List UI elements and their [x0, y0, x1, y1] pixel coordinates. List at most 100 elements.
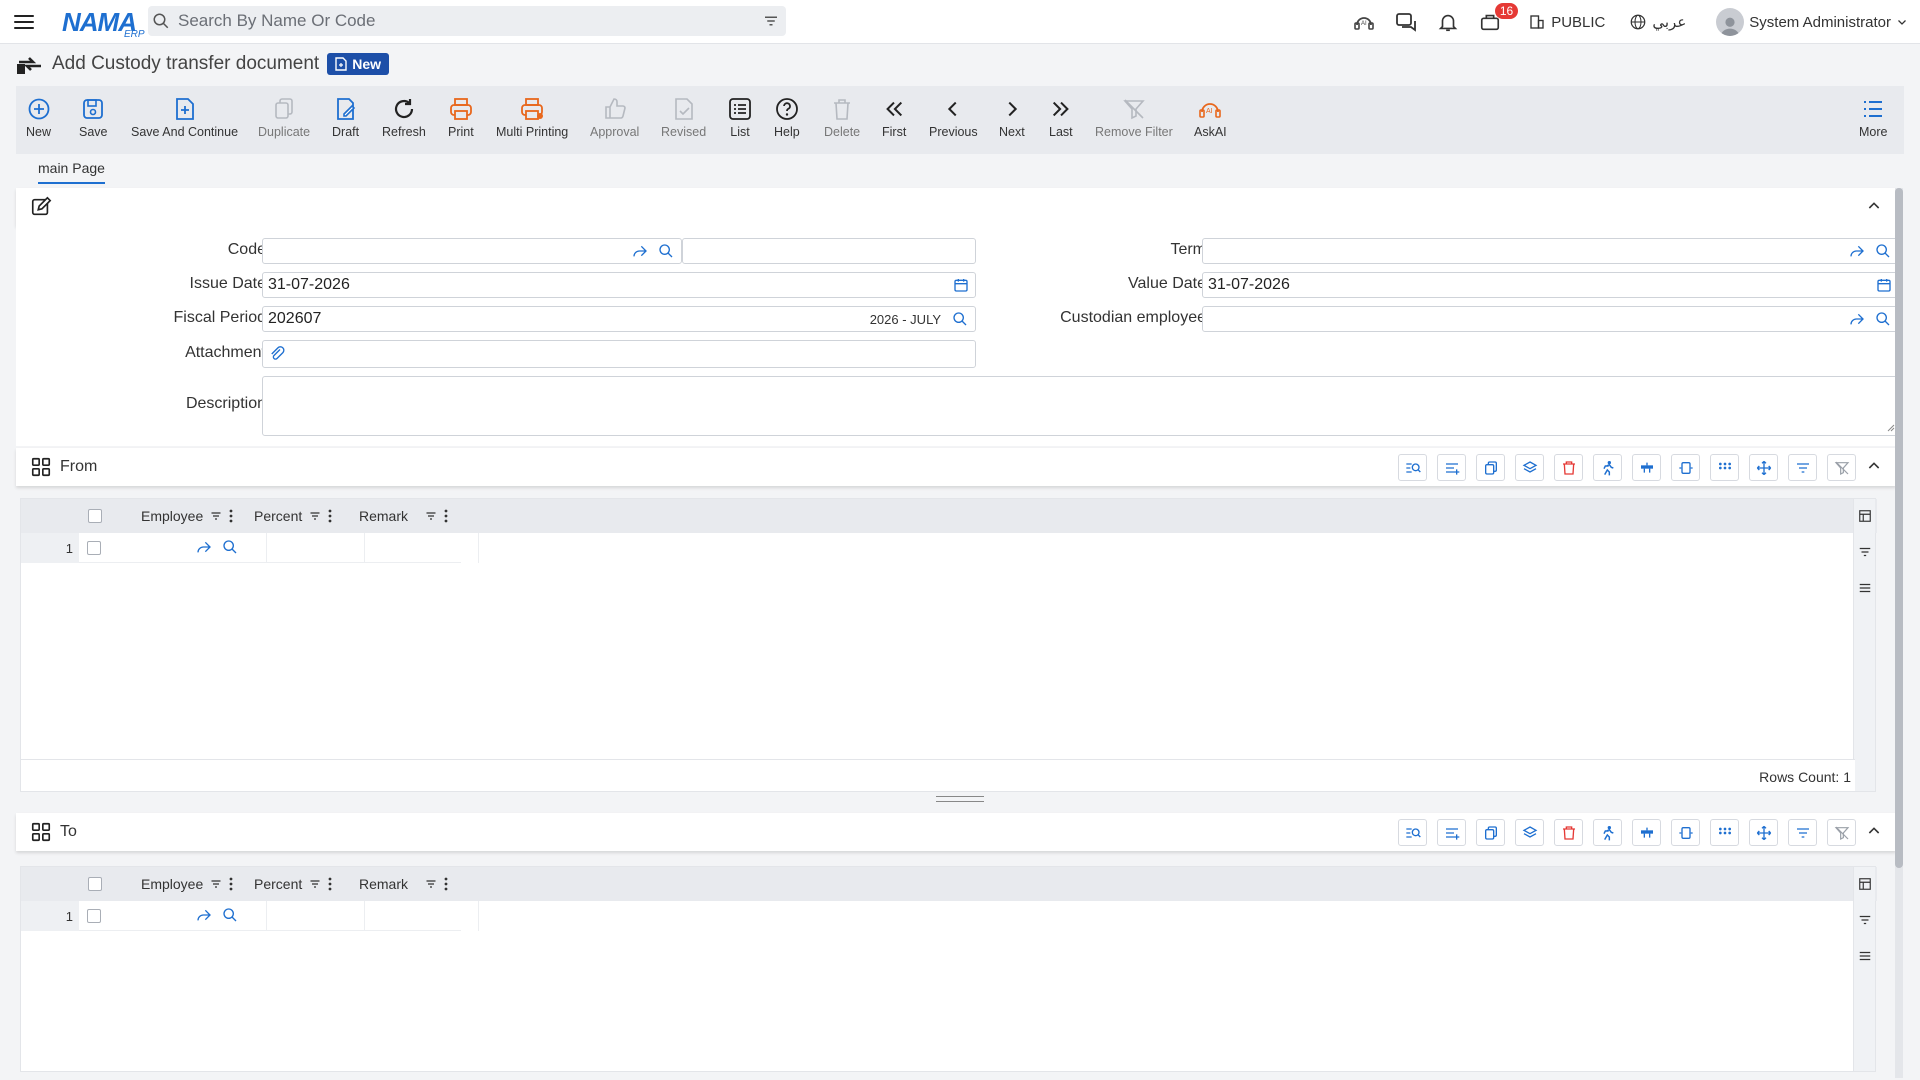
- run-icon[interactable]: [1593, 819, 1622, 846]
- remark-cell[interactable]: [365, 533, 479, 563]
- kebab-menu-icon[interactable]: [444, 877, 448, 891]
- filter-icon[interactable]: [1858, 913, 1872, 927]
- kebab-menu-icon[interactable]: [328, 509, 332, 523]
- help-button[interactable]: Help: [774, 96, 800, 139]
- splitter-handle[interactable]: [936, 796, 984, 802]
- copy-rows-button[interactable]: [1476, 454, 1505, 481]
- filter-icon[interactable]: [308, 510, 322, 522]
- filter-icon[interactable]: [424, 878, 438, 890]
- previous-button[interactable]: Previous: [929, 96, 978, 139]
- share-arrow-icon[interactable]: [631, 243, 649, 259]
- draft-button[interactable]: Draft: [332, 96, 359, 139]
- share-arrow-icon[interactable]: [1848, 311, 1866, 327]
- column-percent[interactable]: Percent: [254, 876, 332, 892]
- menu-lines-icon[interactable]: [1858, 949, 1872, 963]
- tab-main-page[interactable]: main Page: [38, 160, 105, 184]
- askai-button[interactable]: AI AskAI: [1194, 96, 1227, 139]
- issue-date-field[interactable]: 31-07-2026: [262, 272, 976, 298]
- add-row-button[interactable]: [1437, 454, 1466, 481]
- fill-column-button[interactable]: [1632, 454, 1661, 481]
- delete-button[interactable]: Delete: [824, 96, 860, 139]
- filter-icon[interactable]: [209, 878, 223, 890]
- delete-rows-button[interactable]: [1554, 819, 1583, 846]
- filter-button[interactable]: [1788, 819, 1817, 846]
- search-input[interactable]: [178, 11, 762, 31]
- filter-icon[interactable]: [762, 12, 780, 30]
- row-checkbox[interactable]: [87, 540, 101, 555]
- percent-cell[interactable]: [267, 901, 365, 931]
- print-button[interactable]: Print: [448, 96, 474, 139]
- tasks-icon[interactable]: 16: [1476, 3, 1519, 36]
- table-row[interactable]: 1: [21, 900, 479, 931]
- search-refresh-icon[interactable]: [221, 907, 239, 923]
- kebab-menu-icon[interactable]: [328, 877, 332, 891]
- fit-columns-button[interactable]: [1671, 454, 1700, 481]
- revised-button[interactable]: Revised: [661, 96, 706, 139]
- kebab-menu-icon[interactable]: [229, 509, 233, 523]
- bell-icon[interactable]: [1434, 8, 1462, 36]
- search-refresh-icon[interactable]: [1874, 311, 1892, 327]
- grid-search-button[interactable]: [1398, 819, 1427, 846]
- layers-button[interactable]: [1515, 454, 1544, 481]
- column-percent[interactable]: Percent: [254, 508, 332, 524]
- dots-grid-button[interactable]: [1710, 819, 1739, 846]
- columns-icon[interactable]: [1858, 509, 1872, 523]
- table-row[interactable]: 1: [21, 532, 479, 563]
- approval-button[interactable]: Approval: [590, 96, 639, 139]
- run-icon[interactable]: [1593, 454, 1622, 481]
- last-button[interactable]: Last: [1049, 96, 1073, 139]
- select-all-checkbox[interactable]: [88, 509, 102, 523]
- filter-icon[interactable]: [1858, 545, 1872, 559]
- clear-filter-button[interactable]: [1827, 454, 1856, 481]
- search-refresh-icon[interactable]: [221, 539, 239, 555]
- collapse-chevron-icon[interactable]: [1866, 458, 1882, 474]
- kebab-menu-icon[interactable]: [444, 509, 448, 523]
- ai-assistant-icon[interactable]: AI: [1350, 8, 1378, 36]
- code-name-field[interactable]: [682, 238, 976, 264]
- row-checkbox[interactable]: [87, 908, 101, 923]
- column-employee[interactable]: Employee: [141, 508, 233, 524]
- move-button[interactable]: [1749, 819, 1778, 846]
- collapse-chevron-icon[interactable]: [1866, 823, 1882, 839]
- fill-column-button[interactable]: [1632, 819, 1661, 846]
- filter-icon[interactable]: [424, 510, 438, 522]
- column-employee[interactable]: Employee: [141, 876, 233, 892]
- resize-handle-icon[interactable]: [1885, 422, 1895, 432]
- chat-icon[interactable]: [1392, 8, 1420, 36]
- paperclip-icon[interactable]: [268, 345, 286, 363]
- user-menu[interactable]: System Administrator: [1716, 8, 1908, 36]
- filter-button[interactable]: [1788, 454, 1817, 481]
- share-arrow-icon[interactable]: [195, 539, 213, 555]
- refresh-button[interactable]: Refresh: [382, 96, 426, 139]
- fit-columns-button[interactable]: [1671, 819, 1700, 846]
- menu-lines-icon[interactable]: [1858, 581, 1872, 595]
- filter-icon[interactable]: [308, 878, 322, 890]
- calendar-icon[interactable]: [1876, 277, 1892, 293]
- calendar-icon[interactable]: [953, 277, 969, 293]
- select-all-checkbox[interactable]: [88, 877, 102, 891]
- remark-cell[interactable]: [365, 901, 479, 931]
- branch-selector[interactable]: PUBLIC: [1528, 13, 1605, 31]
- duplicate-button[interactable]: Duplicate: [258, 96, 310, 139]
- add-row-button[interactable]: [1437, 819, 1466, 846]
- grid-search-button[interactable]: [1398, 454, 1427, 481]
- clear-filter-button[interactable]: [1827, 819, 1856, 846]
- filter-icon[interactable]: [209, 510, 223, 522]
- percent-cell[interactable]: [267, 533, 365, 563]
- custodian-employee-field[interactable]: [1202, 306, 1899, 332]
- copy-rows-button[interactable]: [1476, 819, 1505, 846]
- scrollbar-thumb[interactable]: [1895, 188, 1903, 868]
- move-button[interactable]: [1749, 454, 1778, 481]
- save-and-continue-button[interactable]: Save And Continue: [131, 96, 238, 139]
- attachment-field[interactable]: [262, 340, 976, 368]
- search-refresh-icon[interactable]: [951, 311, 969, 327]
- fiscal-period-field[interactable]: 202607 2026 - JULY: [262, 306, 976, 332]
- hamburger-menu-icon[interactable]: [14, 14, 34, 29]
- language-switch[interactable]: عربي: [1629, 13, 1686, 31]
- code-field[interactable]: [262, 238, 682, 264]
- list-button[interactable]: List: [728, 96, 752, 139]
- save-button[interactable]: Save: [79, 96, 108, 139]
- value-date-field[interactable]: 31-07-2026: [1202, 272, 1899, 298]
- share-arrow-icon[interactable]: [1848, 243, 1866, 259]
- new-button[interactable]: New: [26, 96, 51, 139]
